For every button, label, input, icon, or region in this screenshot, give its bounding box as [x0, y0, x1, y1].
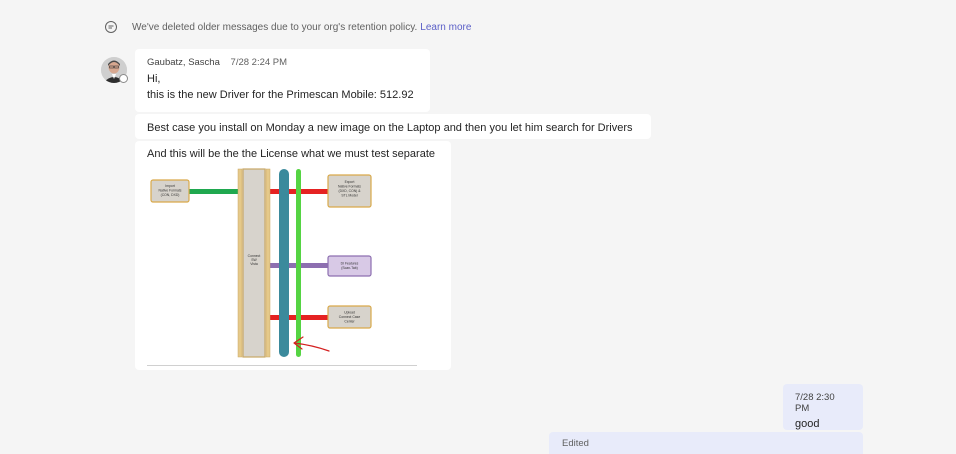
tan-bar-left [237, 168, 243, 358]
di-features-label-2: (Scan-Tab) [341, 266, 358, 270]
green-connector [189, 189, 239, 194]
retention-notice: We've deleted older messages due to your… [104, 20, 471, 34]
message-meta: Gaubatz, Sascha 7/28 2:24 PM [147, 57, 418, 68]
message-text: good [795, 418, 820, 430]
message-text: Best case you install on Monday a new im… [147, 122, 633, 134]
di-features-label: DI Features [341, 262, 359, 266]
chat-info-icon [105, 21, 117, 33]
sender-name: Gaubatz, Sascha [147, 57, 220, 68]
presence-status-icon [119, 74, 128, 83]
tan-bar-right [265, 168, 271, 358]
message-line-2: this is the new Driver for the Primescan… [147, 89, 414, 101]
retention-notice-text: We've deleted older messages due to your… [132, 21, 418, 33]
message-bubble-1[interactable]: Gaubatz, Sascha 7/28 2:24 PM Hi, this is… [135, 49, 430, 112]
edited-message-bubble[interactable]: Edited [549, 432, 863, 454]
my-message-bubble[interactable]: 7/28 2:30 PM good [783, 384, 863, 430]
export-label-3: (DXD, CON) & [338, 189, 361, 193]
edited-label: Edited [562, 438, 589, 449]
import-label-2: Native Formats [159, 189, 182, 193]
lime-bar [296, 169, 301, 357]
message-time: 7/28 2:30 PM [795, 392, 835, 414]
export-label-2: Native Formats [338, 185, 361, 189]
license-diagram-image[interactable]: Connect SW Vista Import Native Formats (… [147, 165, 417, 366]
upload-label: Upload [344, 311, 355, 315]
import-label-3: (CON, DXD) [161, 193, 180, 197]
import-label: Import [165, 184, 175, 188]
export-label-4: STL Model [341, 194, 358, 198]
message-text: And this will be the the License what we… [147, 148, 435, 160]
message-bubble-2[interactable]: Best case you install on Monday a new im… [135, 114, 651, 139]
upload-label-2: Connect Case [339, 315, 361, 319]
message-line-1: Hi, [147, 73, 161, 85]
export-label: Export [345, 180, 355, 184]
teal-bar [279, 169, 289, 357]
connect-vista-label-3: Vista [250, 262, 258, 266]
message-bubble-3[interactable]: And this will be the the License what we… [135, 141, 451, 370]
learn-more-link[interactable]: Learn more [420, 22, 471, 33]
upload-label-3: Center [344, 320, 355, 324]
message-time: 7/28 2:24 PM [230, 57, 288, 68]
